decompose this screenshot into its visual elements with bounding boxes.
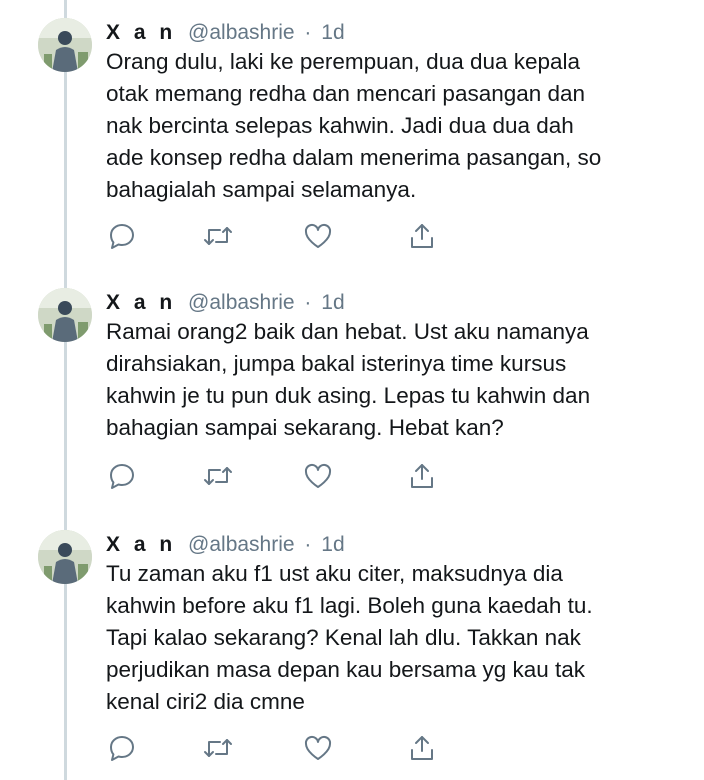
timestamp[interactable]: 1d [321, 21, 344, 44]
reply-icon [110, 736, 134, 761]
retweet-button[interactable] [200, 458, 236, 494]
tweet-text: Ramai orang2 baik dan hebat. Ust aku nam… [106, 319, 591, 440]
thread-line [64, 0, 67, 780]
separator: · [304, 291, 312, 314]
reply-button[interactable] [104, 458, 140, 494]
reply-button[interactable] [104, 730, 140, 766]
retweet-button[interactable] [200, 218, 236, 254]
share-button[interactable] [404, 218, 440, 254]
tweet-header: X a n @albashrie · 1d [106, 16, 345, 50]
like-button[interactable] [300, 730, 336, 766]
timestamp[interactable]: 1d [321, 533, 344, 556]
reply-icon [110, 224, 134, 249]
separator: · [304, 533, 312, 556]
retweet-button[interactable] [200, 730, 236, 766]
like-icon [304, 463, 332, 488]
display-name[interactable]: X a n [106, 21, 176, 44]
user-handle[interactable]: @albashrie [188, 291, 295, 314]
like-button[interactable] [300, 458, 336, 494]
avatar[interactable] [38, 530, 92, 584]
reply-button[interactable] [104, 218, 140, 254]
share-button[interactable] [404, 730, 440, 766]
user-handle[interactable]: @albashrie [188, 533, 295, 556]
retweet-icon [204, 227, 232, 245]
display-name[interactable]: X a n [106, 291, 176, 314]
action-bar [104, 730, 524, 766]
tweet-header: X a n @albashrie · 1d [106, 286, 345, 320]
retweet-icon [204, 739, 232, 757]
share-icon [411, 464, 433, 488]
like-icon [304, 735, 332, 760]
like-icon [304, 223, 332, 248]
display-name[interactable]: X a n [106, 533, 176, 556]
tweet-text: Orang dulu, laki ke perempuan, dua dua k… [106, 49, 602, 202]
separator: · [304, 21, 312, 44]
action-bar [104, 458, 524, 494]
tweet-header: X a n @albashrie · 1d [106, 528, 345, 562]
retweet-icon [204, 467, 232, 485]
reply-icon [110, 464, 134, 489]
timestamp[interactable]: 1d [321, 291, 344, 314]
share-icon [411, 224, 433, 248]
user-handle[interactable]: @albashrie [188, 21, 295, 44]
like-button[interactable] [300, 218, 336, 254]
action-bar [104, 218, 524, 254]
share-button[interactable] [404, 458, 440, 494]
tweet-text: Tu zaman aku f1 ust aku citer, maksudnya… [106, 561, 593, 714]
share-icon [411, 736, 433, 760]
avatar[interactable] [38, 18, 92, 72]
avatar[interactable] [38, 288, 92, 342]
